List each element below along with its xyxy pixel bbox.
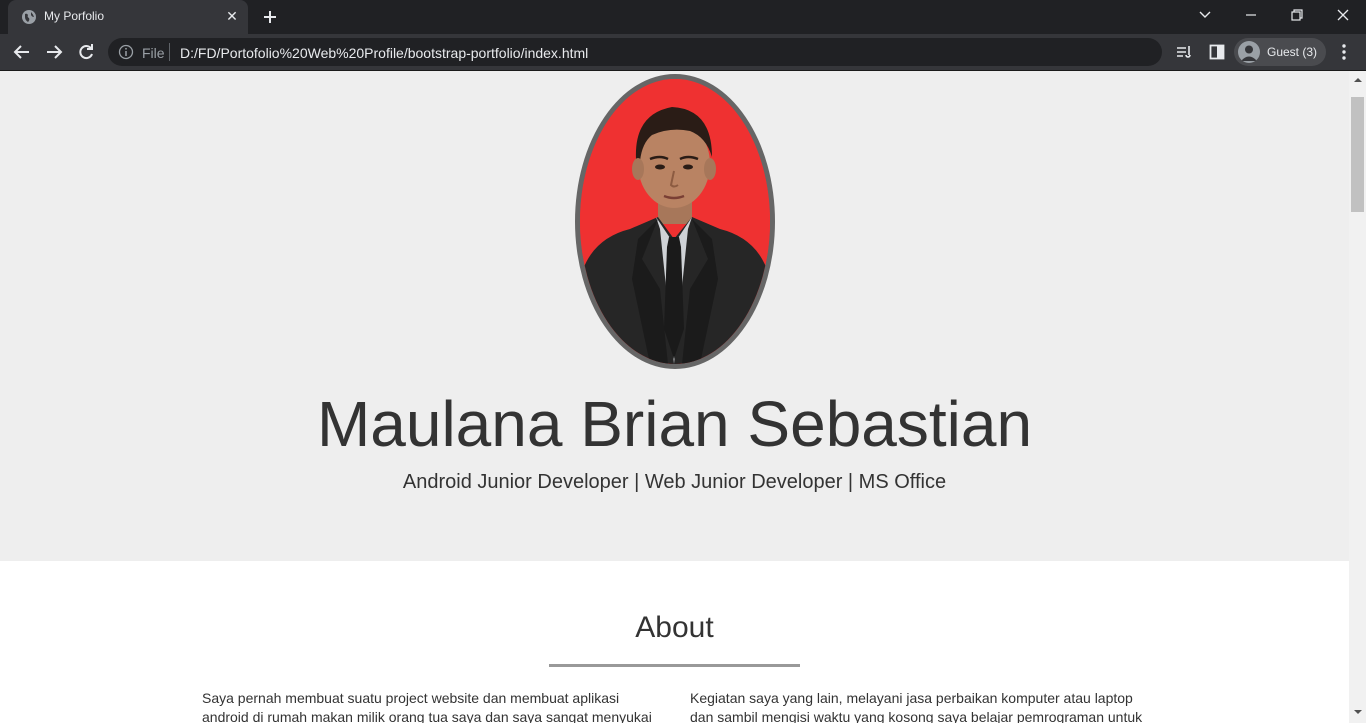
reading-list-button[interactable] bbox=[1174, 42, 1194, 62]
hero-section: Maulana Brian Sebastian Android Junior D… bbox=[0, 71, 1349, 561]
plus-icon[interactable] bbox=[260, 7, 280, 27]
tab-title: My Porfolio bbox=[44, 9, 105, 23]
side-panel-icon bbox=[1209, 44, 1225, 60]
about-text-right: Kegiatan saya yang lain, melayani jasa p… bbox=[690, 690, 1143, 723]
window-close-button[interactable] bbox=[1320, 0, 1366, 30]
scrollbar-thumb[interactable] bbox=[1351, 97, 1364, 212]
back-button[interactable] bbox=[10, 40, 34, 64]
profile-photo bbox=[575, 74, 775, 369]
forward-button[interactable] bbox=[42, 40, 66, 64]
about-text-left: Saya pernah membuat suatu project websit… bbox=[202, 690, 652, 723]
restore-button[interactable] bbox=[1274, 0, 1320, 30]
minimize-button[interactable] bbox=[1228, 0, 1274, 30]
scroll-up-arrow-icon[interactable] bbox=[1349, 71, 1366, 88]
minimize-icon bbox=[1246, 14, 1256, 16]
reload-button[interactable] bbox=[74, 40, 98, 64]
browser-menu-button[interactable] bbox=[1334, 42, 1354, 62]
address-separator bbox=[169, 43, 170, 61]
restore-icon bbox=[1291, 9, 1303, 21]
browser-toolbar: File D:/FD/Portofolio%20Web%20Profile/bo… bbox=[0, 34, 1366, 71]
page-viewport: Maulana Brian Sebastian Android Junior D… bbox=[0, 71, 1349, 723]
profile-tagline: Android Junior Developer | Web Junior De… bbox=[402, 471, 947, 493]
reading-list-icon bbox=[1177, 46, 1191, 58]
page-scrollbar[interactable] bbox=[1349, 71, 1366, 723]
tab-search-button[interactable] bbox=[1182, 0, 1228, 30]
reload-icon bbox=[79, 44, 93, 60]
window-close-icon bbox=[1337, 9, 1349, 21]
browser-tab[interactable]: My Porfolio ✕ bbox=[8, 0, 248, 34]
avatar-icon bbox=[1238, 41, 1260, 63]
tab-strip: My Porfolio ✕ bbox=[0, 0, 1366, 34]
back-arrow-icon bbox=[13, 45, 29, 59]
profile-name: Maulana Brian Sebastian bbox=[316, 388, 1033, 460]
kebab-menu-icon bbox=[1342, 44, 1346, 60]
scroll-down-arrow-icon[interactable] bbox=[1349, 703, 1366, 720]
address-bar[interactable]: File D:/FD/Portofolio%20Web%20Profile/bo… bbox=[108, 38, 1162, 66]
globe-icon bbox=[22, 10, 36, 24]
chevron-down-icon bbox=[1199, 11, 1211, 18]
address-url[interactable]: D:/FD/Portofolio%20Web%20Profile/bootstr… bbox=[180, 45, 588, 61]
forward-arrow-icon bbox=[47, 45, 63, 59]
info-icon[interactable] bbox=[118, 44, 134, 60]
profile-label: Guest (3) bbox=[1267, 45, 1318, 59]
profile-button[interactable]: Guest (3) bbox=[1234, 38, 1326, 66]
about-divider bbox=[549, 664, 800, 667]
about-heading: About bbox=[635, 611, 714, 644]
close-icon[interactable]: ✕ bbox=[224, 8, 240, 24]
side-panel-button[interactable] bbox=[1207, 42, 1227, 62]
address-scheme: File bbox=[142, 45, 165, 61]
